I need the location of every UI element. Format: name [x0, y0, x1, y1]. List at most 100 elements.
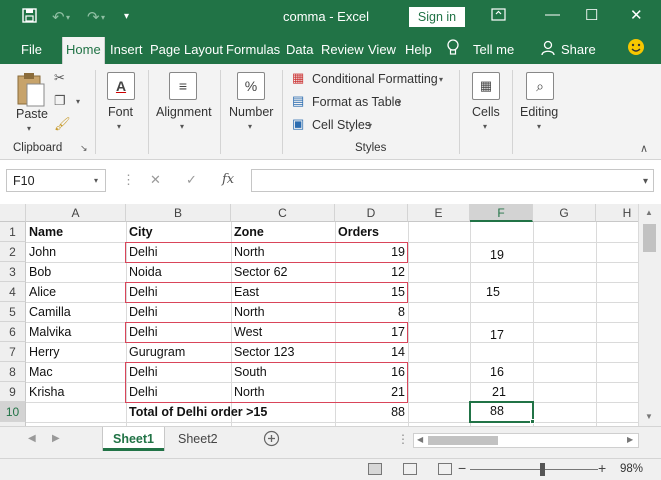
tab-page-layout[interactable]: Page Layout — [150, 42, 223, 57]
conditional-formatting-caret-icon[interactable]: ▾ — [439, 75, 443, 84]
cell-a2[interactable]: John — [26, 242, 126, 262]
share-person-icon[interactable] — [541, 40, 556, 59]
cell-a9[interactable]: Krisha — [26, 382, 126, 402]
redo-caret-icon[interactable]: ▾ — [101, 13, 105, 22]
cell-f6[interactable]: 17 — [470, 325, 524, 345]
redo-icon[interactable]: ↷ — [87, 8, 100, 26]
cell-b7[interactable]: Gurugram — [126, 342, 231, 362]
name-box-caret-icon[interactable]: ▾ — [94, 176, 98, 185]
column-header-c[interactable]: C — [231, 204, 335, 222]
tab-insert[interactable]: Insert — [110, 42, 143, 57]
editing-button[interactable]: Editing — [520, 105, 558, 119]
vertical-scrollbar[interactable]: ▲ ▼ — [638, 204, 661, 426]
font-caret-icon[interactable]: ▾ — [117, 122, 121, 131]
cell-a7[interactable]: Herry — [26, 342, 126, 362]
column-header-b[interactable]: B — [126, 204, 231, 222]
cell-a5[interactable]: Camilla — [26, 302, 126, 322]
cell-a1[interactable]: Name — [26, 222, 126, 242]
cell-styles-caret-icon[interactable]: ▾ — [368, 121, 372, 130]
cell-d5[interactable]: 8 — [335, 302, 408, 322]
sheet-tab-sheet2[interactable]: Sheet2 — [168, 427, 228, 451]
cell-d3[interactable]: 12 — [335, 262, 408, 282]
number-format-icon[interactable]: % — [237, 72, 265, 100]
cell-a8[interactable]: Mac — [26, 362, 126, 382]
format-as-table-caret-icon[interactable]: ▾ — [397, 98, 401, 107]
alignment-button[interactable]: Alignment — [156, 105, 212, 119]
row-header-1[interactable]: 1 — [0, 222, 26, 242]
cell-a3[interactable]: Bob — [26, 262, 126, 282]
next-sheet-icon[interactable]: ▶ — [52, 433, 60, 444]
undo-caret-icon[interactable]: ▾ — [66, 13, 70, 22]
scroll-right-icon[interactable]: ▶ — [627, 435, 633, 444]
alignment-caret-icon[interactable]: ▾ — [180, 122, 184, 131]
tab-view[interactable]: View — [368, 42, 396, 57]
cells-caret-icon[interactable]: ▾ — [483, 122, 487, 131]
cell-styles-icon[interactable]: ▣ — [292, 116, 304, 132]
cell-a4[interactable]: Alice — [26, 282, 126, 302]
font-button[interactable]: Font — [108, 105, 133, 119]
tab-file[interactable]: File — [21, 42, 42, 57]
editing-search-icon[interactable]: ⌕ — [526, 72, 554, 100]
cell-c3[interactable]: Sector 62 — [231, 262, 335, 282]
tab-formulas[interactable]: Formulas — [226, 42, 280, 57]
sheet-tab-sheet1[interactable]: Sheet1 — [103, 427, 164, 451]
zoom-level[interactable]: 98% — [620, 463, 643, 475]
tab-data[interactable]: Data — [286, 42, 313, 57]
zoom-in-button[interactable]: + — [598, 460, 606, 476]
scroll-up-icon[interactable]: ▲ — [645, 208, 653, 217]
column-header-f[interactable]: F — [470, 204, 533, 222]
enter-icon[interactable]: ✓ — [186, 172, 197, 188]
cells-button[interactable]: Cells — [472, 105, 500, 119]
conditional-formatting-icon[interactable]: ▦ — [292, 70, 304, 86]
conditional-formatting-button[interactable]: Conditional Formatting — [312, 72, 438, 86]
tell-me-search[interactable]: Tell me — [473, 42, 514, 57]
cell-b3[interactable]: Noida — [126, 262, 231, 282]
cell-d10[interactable]: 88 — [335, 402, 408, 422]
vertical-scroll-thumb[interactable] — [643, 224, 656, 252]
zoom-out-button[interactable]: − — [458, 460, 466, 476]
horizontal-scrollbar[interactable]: ◀ ▶ — [413, 433, 639, 448]
row-header-4[interactable]: 4 — [0, 282, 26, 302]
normal-view-icon[interactable] — [368, 463, 382, 475]
column-header-e[interactable]: E — [408, 204, 470, 222]
insert-function-icon[interactable]: fx — [222, 172, 234, 187]
row-header-2[interactable]: 2 — [0, 242, 26, 262]
editing-caret-icon[interactable]: ▾ — [537, 122, 541, 131]
minimize-icon[interactable]: — — [545, 6, 560, 23]
undo-icon[interactable]: ↶ — [52, 8, 65, 26]
maximize-icon[interactable]: ☐ — [585, 6, 598, 24]
font-icon[interactable]: A — [107, 72, 135, 100]
cell-c7[interactable]: Sector 123 — [231, 342, 335, 362]
paste-caret-icon[interactable]: ▾ — [27, 124, 31, 133]
name-box[interactable]: F10 — [6, 169, 106, 192]
tab-review[interactable]: Review — [321, 42, 364, 57]
save-icon[interactable] — [22, 8, 37, 27]
number-caret-icon[interactable]: ▾ — [248, 122, 252, 131]
cell-f4[interactable]: 15 — [466, 282, 520, 302]
tab-split-grip-icon[interactable]: ⋮ — [397, 432, 409, 446]
cell-b10[interactable]: Total of Delhi order >15 — [126, 402, 335, 422]
cells-icon[interactable]: ▦ — [472, 72, 500, 100]
customize-caret-icon[interactable]: ▾ — [124, 11, 129, 22]
format-as-table-button[interactable]: Format as Table — [312, 95, 401, 109]
cell-styles-button[interactable]: Cell Styles — [312, 118, 371, 132]
paste-button[interactable]: Paste — [16, 107, 48, 121]
format-painter-icon[interactable]: 🖌 — [54, 116, 71, 132]
scroll-down-icon[interactable]: ▼ — [645, 412, 653, 421]
cell-d7[interactable]: 14 — [335, 342, 408, 362]
zoom-slider-thumb[interactable] — [540, 463, 545, 476]
feedback-smiley-icon[interactable] — [627, 38, 645, 59]
expand-formula-bar-icon[interactable]: ▾ — [643, 176, 648, 187]
zoom-slider[interactable] — [470, 469, 598, 470]
share-button[interactable]: Share — [561, 42, 596, 57]
row-header-9[interactable]: 9 — [0, 382, 26, 402]
cut-icon[interactable]: ✂ — [54, 70, 65, 86]
cell-f8[interactable]: 16 — [470, 362, 524, 382]
number-button[interactable]: Number — [229, 105, 273, 119]
page-break-view-icon[interactable] — [438, 463, 452, 475]
row-header-10[interactable]: 10 — [0, 402, 26, 422]
cell-c1[interactable]: Zone — [231, 222, 335, 242]
row-header-6[interactable]: 6 — [0, 322, 26, 342]
row-header-7[interactable]: 7 — [0, 342, 26, 362]
column-header-a[interactable]: A — [26, 204, 126, 222]
